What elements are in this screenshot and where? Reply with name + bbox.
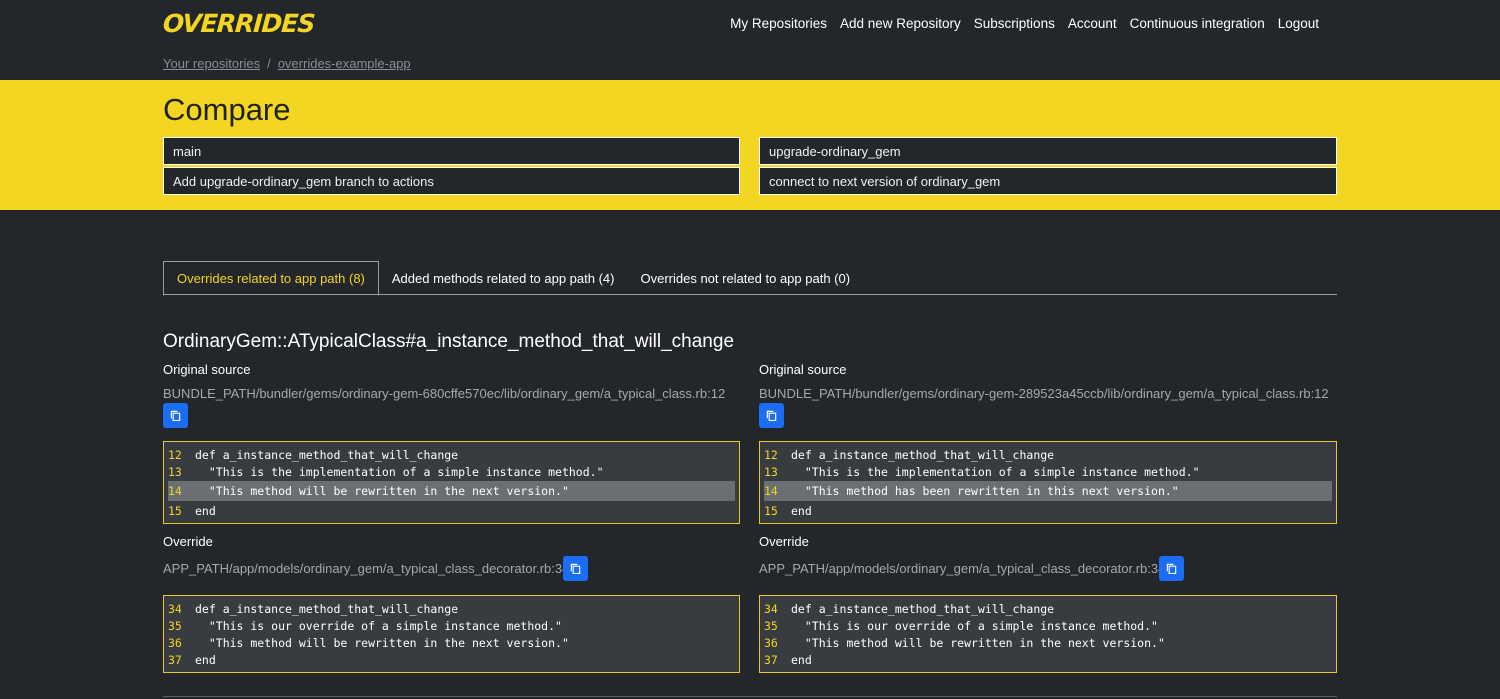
tab-overrides-related[interactable]: Overrides related to app path (8)	[163, 261, 379, 296]
left-override-copy-button[interactable]	[563, 556, 588, 581]
code-text: "This method will be rewritten in the ne…	[791, 635, 1165, 650]
copy-icon	[570, 563, 581, 574]
right-original-path: BUNDLE_PATH/bundler/gems/ordinary-gem-28…	[759, 386, 1329, 401]
left-original-code: 12 def a_instance_method_that_will_change…	[163, 441, 740, 524]
copy-icon	[170, 410, 181, 421]
code-line-highlighted: 14 "This method will be rewritten in the…	[168, 481, 735, 501]
brand-logo[interactable]: OVERRIDES	[162, 9, 315, 38]
nav-subscriptions[interactable]: Subscriptions	[974, 16, 1055, 31]
code-line-highlighted: 14 "This method has been rewritten in th…	[764, 481, 1332, 501]
code-text: def a_instance_method_that_will_change	[195, 447, 459, 462]
line-number: 37	[764, 652, 778, 667]
code-line: 34 def a_instance_method_that_will_change	[168, 600, 735, 617]
line-number: 36	[764, 635, 778, 650]
code-text: def a_instance_method_that_will_change	[195, 601, 459, 616]
code-text: end	[195, 503, 216, 518]
left-branch-field[interactable]: main	[163, 137, 740, 165]
right-original-label: Original source	[759, 362, 847, 377]
code-line: 13 "This is the implementation of a simp…	[168, 463, 735, 480]
code-text: "This method has been rewritten in this …	[791, 484, 1179, 498]
line-number: 35	[764, 618, 778, 633]
line-number: 14	[764, 484, 778, 498]
code-line: 36 "This method will be rewritten in the…	[764, 634, 1332, 651]
line-number: 12	[168, 447, 182, 462]
code-line: 35 "This is our override of a simple ins…	[168, 617, 735, 634]
left-original-label: Original source	[163, 362, 251, 377]
copy-icon	[766, 410, 777, 421]
code-line: 35 "This is our override of a simple ins…	[764, 617, 1332, 634]
line-number: 13	[764, 464, 778, 479]
section-divider	[163, 696, 1337, 697]
code-text: end	[195, 652, 216, 667]
left-original-path: BUNDLE_PATH/bundler/gems/ordinary-gem-68…	[163, 386, 726, 401]
left-override-path: APP_PATH/app/models/ordinary_gem/a_typic…	[163, 561, 570, 576]
line-number: 36	[168, 635, 182, 650]
code-line: 36 "This method will be rewritten in the…	[168, 634, 735, 651]
code-line: 15 end	[168, 502, 735, 519]
code-line: 15 end	[764, 502, 1332, 519]
top-navbar: OVERRIDES My Repositories Add new Reposi…	[162, 0, 1337, 46]
line-number: 12	[764, 447, 778, 462]
line-number: 15	[168, 503, 182, 518]
tab-bar: Overrides related to app path (8) Added …	[163, 261, 1337, 296]
right-commit-field[interactable]: connect to next version of ordinary_gem	[759, 167, 1337, 195]
right-override-code: 34 def a_instance_method_that_will_change…	[759, 595, 1337, 673]
code-text: "This method will be rewritten in the ne…	[195, 635, 569, 650]
breadcrumb-separator: /	[267, 56, 271, 71]
line-number: 14	[168, 484, 182, 498]
tab-added-methods[interactable]: Added methods related to app path (4)	[379, 261, 628, 295]
nav-my-repositories[interactable]: My Repositories	[730, 16, 827, 31]
breadcrumb-repository[interactable]: overrides-example-app	[278, 56, 411, 71]
right-override-path: APP_PATH/app/models/ordinary_gem/a_typic…	[759, 561, 1166, 576]
right-branch-field[interactable]: upgrade-ordinary_gem	[759, 137, 1337, 165]
nav-logout[interactable]: Logout	[1278, 16, 1319, 31]
tab-overrides-not-related[interactable]: Overrides not related to app path (0)	[627, 261, 863, 295]
nav-links: My Repositories Add new Repository Subsc…	[730, 16, 1319, 31]
right-original-copy-button[interactable]	[759, 403, 784, 428]
line-number: 34	[764, 601, 778, 616]
code-text: "This is the implementation of a simple …	[791, 464, 1200, 479]
code-line: 37 end	[168, 651, 735, 668]
nav-account[interactable]: Account	[1068, 16, 1117, 31]
code-line: 13 "This is the implementation of a simp…	[764, 463, 1332, 480]
line-number: 34	[168, 601, 182, 616]
code-line: 12 def a_instance_method_that_will_change	[764, 446, 1332, 463]
nav-add-repository[interactable]: Add new Repository	[840, 16, 961, 31]
left-original-copy-button[interactable]	[163, 403, 188, 428]
code-text: end	[791, 503, 812, 518]
method-title: OrdinaryGem::ATypicalClass#a_instance_me…	[163, 331, 735, 352]
right-original-code: 12 def a_instance_method_that_will_change…	[759, 441, 1337, 524]
code-text: end	[791, 652, 812, 667]
line-number: 13	[168, 464, 182, 479]
code-text: "This is our override of a simple instan…	[791, 618, 1158, 633]
code-text: def a_instance_method_that_will_change	[791, 601, 1055, 616]
code-line: 34 def a_instance_method_that_will_change	[764, 600, 1332, 617]
code-text: "This method will be rewritten in the ne…	[195, 484, 569, 498]
left-override-code: 34 def a_instance_method_that_will_change…	[163, 595, 740, 673]
right-override-copy-button[interactable]	[1159, 556, 1184, 581]
left-commit-field[interactable]: Add upgrade-ordinary_gem branch to actio…	[163, 167, 740, 195]
left-override-label: Override	[163, 534, 213, 549]
code-text: def a_instance_method_that_will_change	[791, 447, 1055, 462]
code-line: 37 end	[764, 651, 1332, 668]
page-title: Compare	[163, 92, 291, 127]
right-override-label: Override	[759, 534, 809, 549]
nav-continuous-integration[interactable]: Continuous integration	[1130, 16, 1265, 31]
line-number: 37	[168, 652, 182, 667]
line-number: 15	[764, 503, 778, 518]
line-number: 35	[168, 618, 182, 633]
code-line: 12 def a_instance_method_that_will_change	[168, 446, 735, 463]
copy-icon	[1166, 563, 1177, 574]
breadcrumb-your-repositories[interactable]: Your repositories	[163, 56, 260, 71]
code-text: "This is the implementation of a simple …	[195, 464, 604, 479]
breadcrumb: Your repositories / overrides-example-ap…	[163, 56, 1337, 71]
code-text: "This is our override of a simple instan…	[195, 618, 562, 633]
